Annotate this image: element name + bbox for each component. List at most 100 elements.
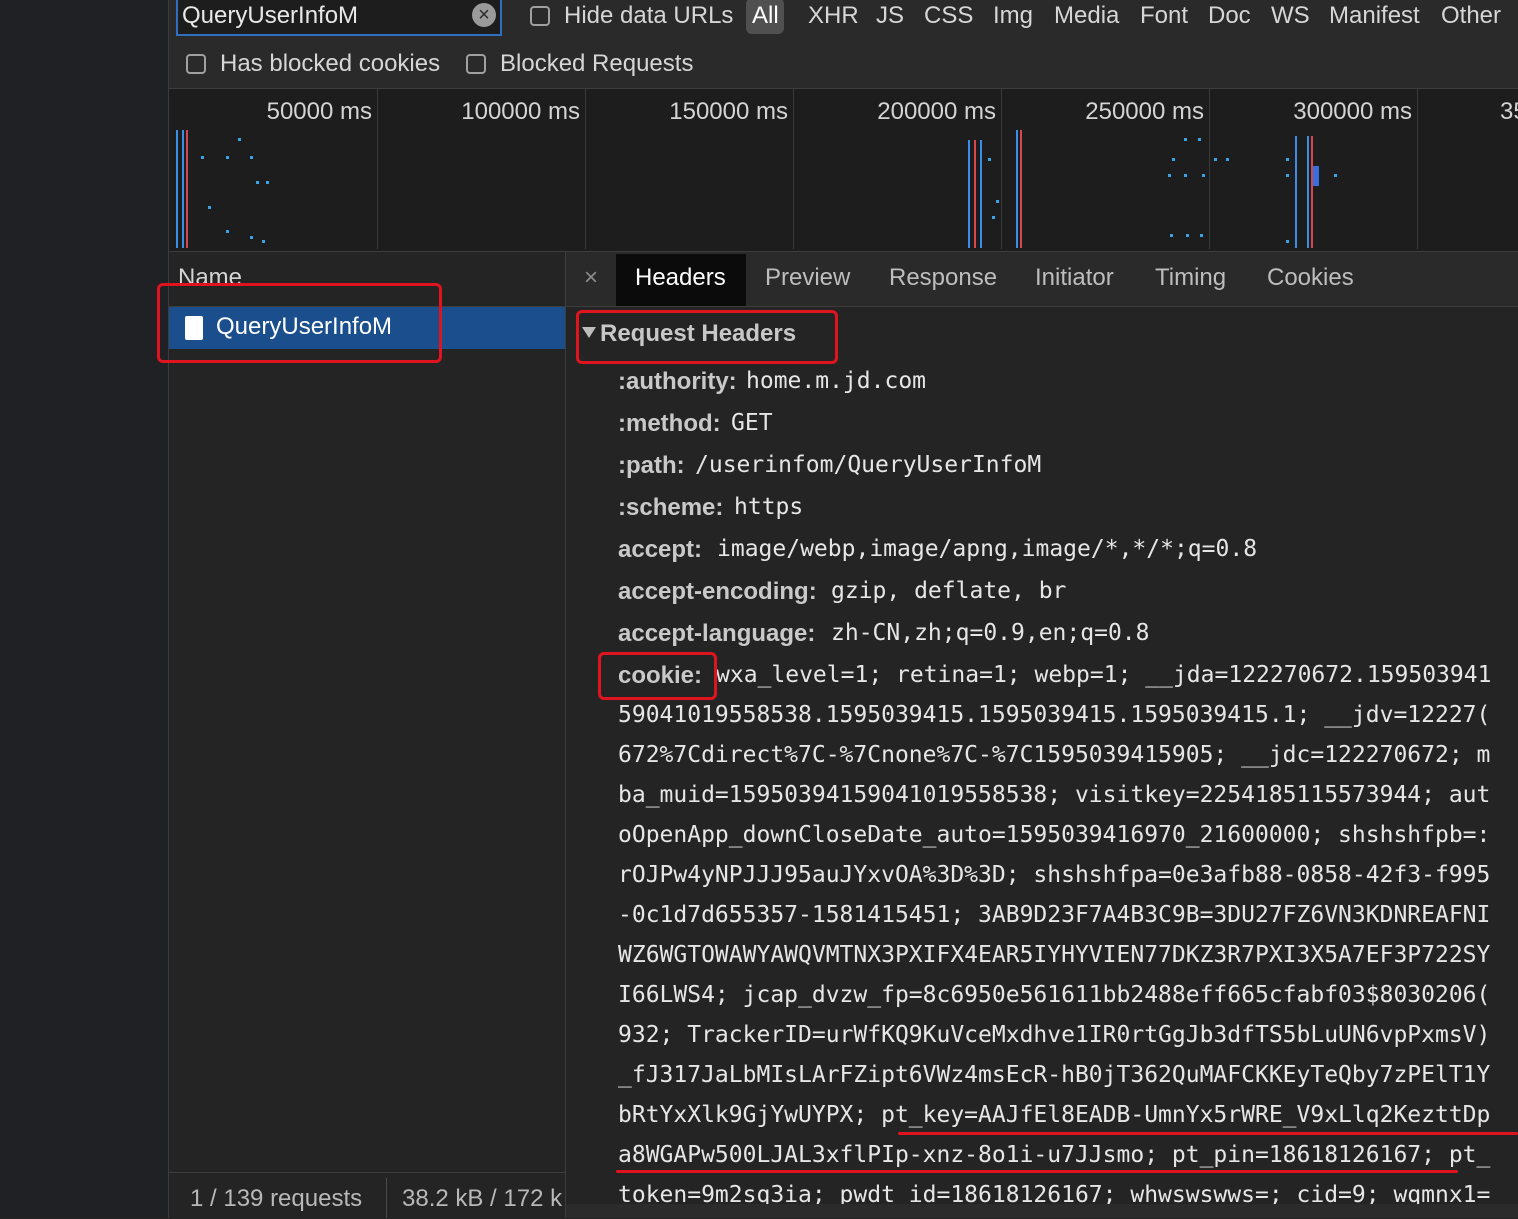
cookie-value-line: a8WGAPw500LJAL3xflPIp-xnz-8o1i-u7JJsmo; …	[618, 1142, 1491, 1168]
overview-divider	[1001, 89, 1002, 249]
overview-tick: 35	[1500, 98, 1518, 125]
tab-initiator[interactable]: Initiator	[1035, 264, 1114, 292]
type-filter-xhr[interactable]: XHR	[808, 2, 859, 30]
annotation-box	[157, 283, 442, 363]
tab-response[interactable]: Response	[889, 264, 997, 292]
cookie-value-line: 932; TrackerID=urWfKQ9KuVceMxdhve1IR0rtG…	[618, 1022, 1491, 1048]
cookie-value-line: 672%7Cdirect%7C-%7Cnone%7C-%7C1595039415…	[618, 742, 1491, 768]
overview-divider	[1209, 89, 1210, 249]
header-name: :path:	[618, 452, 685, 479]
type-filter-doc[interactable]: Doc	[1208, 2, 1251, 30]
type-filter-js[interactable]: JS	[876, 2, 904, 30]
left-gutter	[0, 0, 169, 1218]
timeline-dot	[1334, 174, 1337, 177]
header-value: gzip, deflate, br	[831, 578, 1067, 604]
blocked-requests-checkbox[interactable]	[466, 54, 486, 74]
timeline-dot	[208, 206, 211, 209]
hide-data-urls-checkbox[interactable]	[530, 6, 550, 26]
type-filter-font[interactable]: Font	[1140, 2, 1188, 30]
horizontal-scrollbar[interactable]	[566, 1204, 1518, 1218]
timeline-dot	[988, 158, 991, 161]
overview-divider	[377, 89, 378, 249]
timeline-dot	[1202, 174, 1205, 177]
timeline-dot	[226, 156, 229, 159]
header-value: zh-CN,zh;q=0.9,en;q=0.8	[831, 620, 1150, 646]
timeline-dcl-line	[980, 140, 982, 248]
blocked-requests-label: Blocked Requests	[500, 50, 694, 77]
tab-timing[interactable]: Timing	[1155, 264, 1226, 292]
timeline-dot	[1170, 234, 1173, 237]
overview-divider	[793, 89, 794, 249]
overview-tick: 200000 ms	[877, 98, 996, 125]
overview-tick: 50000 ms	[266, 98, 372, 125]
overview-tick: 250000 ms	[1085, 98, 1204, 125]
timeline-dot	[262, 240, 265, 243]
request-list-pane	[169, 252, 566, 1218]
header-name: accept-language:	[618, 620, 816, 647]
timeline-load-line	[1311, 136, 1313, 248]
timeline-dot	[1286, 174, 1289, 177]
timeline-dcl-line	[1016, 130, 1018, 248]
timeline-dot	[1186, 234, 1189, 237]
status-request-count: 1 / 139 requests	[190, 1185, 363, 1212]
type-filter-ws[interactable]: WS	[1271, 2, 1310, 30]
annotation-underline	[898, 1132, 1518, 1135]
cookie-value-line: _fJ317JaLbMIsLArFZipt6VWz4msEcR-hB0jT362…	[618, 1062, 1491, 1088]
status-divider	[386, 1178, 387, 1218]
cookie-value-line: ba_muid=1595039415904101955853​8; visitk…	[618, 782, 1491, 808]
type-filter-other[interactable]: Other	[1441, 2, 1501, 30]
type-filter-manifest[interactable]: Manifest	[1329, 2, 1420, 30]
timeline-dot	[1286, 158, 1289, 161]
timeline-dot	[256, 181, 259, 184]
cookie-value-line: WZ6WGTOWAWYAWQVMTNX3PXIFX4EAR5IYHYVIEN77…	[618, 942, 1491, 968]
close-detail-icon[interactable]: ×	[584, 264, 598, 292]
annotation-underline	[616, 1170, 1458, 1173]
annotation-box	[576, 310, 838, 364]
timeline-dot	[1184, 174, 1187, 177]
timeline-load-line	[186, 130, 188, 248]
timeline-bar	[1313, 166, 1319, 186]
overview-divider	[1417, 89, 1418, 249]
timeline-dcl-line	[182, 130, 184, 248]
header-name: :authority:	[618, 368, 737, 395]
annotation-box	[598, 652, 717, 700]
timeline-dot	[201, 156, 204, 159]
type-filter-css[interactable]: CSS	[924, 2, 973, 30]
timeline-dot	[250, 236, 253, 239]
overview-divider	[585, 89, 586, 249]
header-value: GET	[731, 410, 773, 436]
overview-tick: 100000 ms	[461, 98, 580, 125]
timeline-dcl-line	[1295, 136, 1297, 248]
header-name: :scheme:	[618, 494, 724, 521]
clear-filter-icon[interactable]: ×	[472, 3, 496, 27]
timeline-dot	[1226, 158, 1229, 161]
timeline-dot	[992, 216, 995, 219]
tab-preview[interactable]: Preview	[765, 264, 850, 292]
overview-tick: 300000 ms	[1293, 98, 1412, 125]
type-filter-img[interactable]: Img	[993, 2, 1033, 30]
timeline-load-line	[1020, 130, 1022, 248]
timeline-dot	[226, 230, 229, 233]
timeline-dcl-line	[176, 130, 178, 248]
has-blocked-cookies-checkbox[interactable]	[186, 54, 206, 74]
has-blocked-cookies-label: Has blocked cookies	[220, 50, 441, 77]
timeline-dot	[1200, 234, 1203, 237]
cookie-value-line: I66LWS4; jcap_dvzw_fp=8c6950e561611bb248…	[618, 982, 1491, 1008]
cookie-value: wxa_level=1; retina=1; webp=1; __jda=122…	[716, 662, 1492, 688]
cookie-value-line: oOpenApp_downCloseDate_auto=159503941697…	[618, 822, 1491, 848]
timeline-dot	[1286, 240, 1289, 243]
timeline-dot	[996, 200, 999, 203]
type-filter-media[interactable]: Media	[1054, 2, 1119, 30]
header-value: image/webp,image/apng,image/*,*/*;q=0.8	[717, 536, 1258, 562]
timeline-dot	[250, 156, 253, 159]
tab-headers-label: Headers	[635, 264, 726, 291]
header-name: accept:	[618, 536, 703, 563]
cookie-value-line: 59041019558538.1595039415.1595039415.159…	[618, 702, 1491, 728]
type-filter-all-label: All	[752, 2, 779, 29]
timeline-dot	[1214, 158, 1217, 161]
timeline-dot	[1184, 138, 1187, 141]
timeline-load-line	[974, 140, 976, 248]
hide-data-urls-label: Hide data URLs	[564, 2, 734, 29]
tab-cookies[interactable]: Cookies	[1267, 264, 1354, 292]
status-transfer-size: 38.2 kB / 172 k	[402, 1185, 563, 1212]
